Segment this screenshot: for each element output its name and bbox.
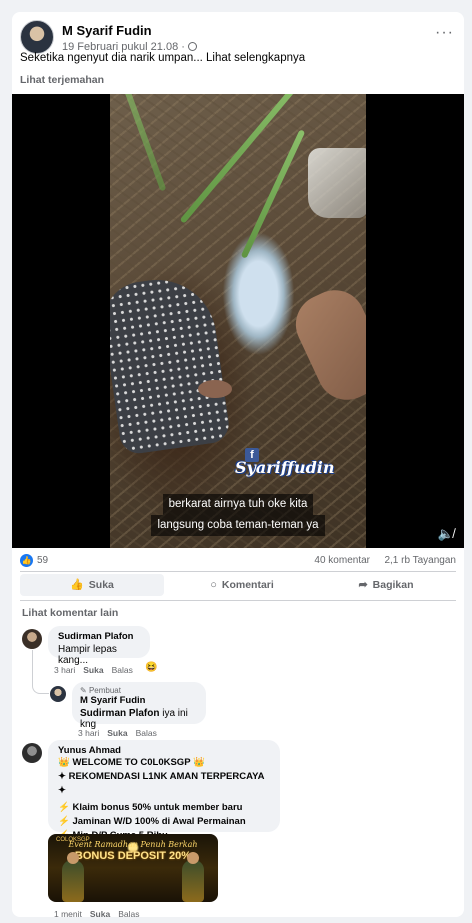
like-count[interactable]: 59 (37, 555, 48, 566)
subtitle-line-1: berkarat airnya tuh oke kita (162, 494, 314, 515)
video-player[interactable]: f Syariffudin berkarat airnya tuh oke ki… (12, 94, 464, 548)
author-badge: ✎ Pembuat (80, 686, 198, 695)
spam-comment-bubble: Yunus Ahmad 👑 WELCOME TO C0L0KSGP 👑 ✦ RE… (48, 740, 280, 841)
reply-mention[interactable]: Sudirman Plafon (80, 708, 159, 719)
spam-line-1: 👑 WELCOME TO C0L0KSGP 👑 (58, 757, 205, 768)
comment-bubble: Sudirman Plafon Hampir lepas kang... (48, 626, 150, 666)
reply-text: Sudirman Plafon iya ini kng (80, 708, 198, 730)
spam-comment-time[interactable]: 1 menit (54, 909, 82, 917)
spam-comment-meta: 1 menit Suka Balas (54, 909, 139, 917)
like-button[interactable]: 👍 Suka (20, 574, 164, 596)
comment-button-label: Komentari (221, 579, 274, 591)
gloved-hand (110, 272, 232, 456)
like-reaction-icon[interactable]: 👍 (20, 554, 33, 567)
spam-line-4: ⚡ Jaminan W/D 100% di Awal Permainan (58, 816, 246, 827)
share-button-label: Bagikan (372, 579, 414, 591)
post-header: M Syarif Fudin 19 Februari pukul 21.08 ·… (20, 20, 456, 54)
reply-reply-button[interactable]: Balas (136, 728, 157, 738)
commenter-avatar[interactable] (22, 743, 42, 763)
comment-text: Hampir lepas kang... (58, 644, 117, 666)
thumb (198, 380, 232, 398)
engagement-stats: 👍 59 40 komentar 2,1 rb Tayangan (20, 553, 456, 571)
comment-time[interactable]: 3 hari (54, 665, 75, 675)
spam-line-3: ⚡ Klaim bonus 50% untuk member baru (58, 802, 243, 813)
spam-line-2: ✦ REKOMENDASI L1NK AMAN TERPERCAYA ✦ (58, 771, 265, 796)
reply-time[interactable]: 3 hari (78, 728, 99, 738)
commenter-avatar[interactable] (22, 629, 42, 649)
post-actions: 👍 Suka ○ Komentari ➦ Bagikan (20, 574, 456, 596)
video-frame[interactable]: f Syariffudin (110, 94, 366, 548)
comment-reply-button[interactable]: Balas (112, 665, 133, 675)
like-button-label: Suka (88, 579, 114, 591)
share-arrow-icon: ➦ (358, 579, 368, 591)
speaker-muted-icon[interactable]: 🔈̸ (438, 526, 454, 542)
reply-thread-line (32, 650, 49, 694)
haha-emoji-icon[interactable]: 😆 (145, 662, 157, 673)
plastic-bag (308, 148, 366, 218)
speech-bubble-icon: ○ (210, 579, 217, 591)
channel-watermark: f Syariffudin (235, 448, 335, 478)
post-card: M Syarif Fudin 19 Februari pukul 21.08 ·… (12, 12, 464, 917)
divider (20, 600, 456, 601)
commenter-name[interactable]: Sudirman Plafon (58, 631, 140, 642)
spam-reply-button[interactable]: Balas (118, 909, 139, 917)
pencil-icon: ✎ (80, 686, 89, 695)
banner-subtitle: Event Ramadhan Penuh Berkah (68, 840, 198, 849)
divider (20, 571, 456, 572)
reply-like-button[interactable]: Suka (107, 728, 127, 738)
share-button[interactable]: ➦ Bagikan (316, 574, 456, 596)
author-reply-avatar[interactable] (50, 686, 66, 702)
view-count: 2,1 rb Tayangan (384, 555, 456, 566)
grass-blade (119, 94, 167, 192)
spam-like-button[interactable]: Suka (90, 909, 110, 917)
more-options-button[interactable]: ··· (435, 24, 454, 42)
watermark-text: Syariffudin (235, 458, 335, 477)
banner-figure-right (182, 852, 204, 902)
author-name[interactable]: M Syarif Fudin (62, 23, 152, 38)
subtitle-line-2: langsung coba teman-teman ya (151, 515, 325, 536)
bare-hand (286, 280, 366, 410)
comment-meta: 3 hari Suka Balas (54, 665, 133, 675)
comment-count[interactable]: 40 komentar (314, 555, 370, 566)
video-subtitles: berkarat airnya tuh oke kita langsung co… (12, 494, 464, 536)
author-avatar[interactable] (20, 20, 54, 54)
promo-banner-image[interactable]: COLOKSGP Event Ramadhan Penuh Berkah BON… (48, 834, 218, 902)
reply-author-name[interactable]: M Syarif Fudin (80, 695, 198, 706)
commenter-name[interactable]: Yunus Ahmad (58, 745, 270, 756)
grass-blade (240, 129, 306, 259)
globe-icon (187, 42, 197, 51)
reply-meta: 3 hari Suka Balas (78, 728, 157, 738)
author-badge-text: Pembuat (88, 686, 121, 695)
see-translation-link[interactable]: Lihat terjemahan (20, 74, 104, 86)
thumbs-up-icon: 👍 (70, 579, 84, 591)
post-caption[interactable]: Seketika ngenyut dia narik umpan... Liha… (20, 52, 305, 64)
comment-like-button[interactable]: Suka (83, 665, 103, 675)
comment-button[interactable]: ○ Komentari (170, 574, 314, 596)
banner-figure-left (62, 852, 84, 902)
view-more-comments-link[interactable]: Lihat komentar lain (22, 607, 118, 619)
reply-bubble: ✎ Pembuat M Syarif Fudin Sudirman Plafon… (72, 682, 206, 730)
